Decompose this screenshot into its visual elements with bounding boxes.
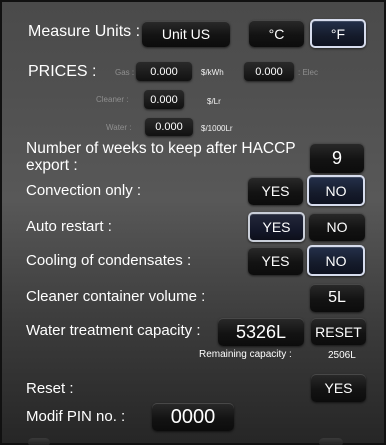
auto-restart-yes-button[interactable]: YES xyxy=(248,212,305,242)
water-treatment-label: Water treatment capacity : xyxy=(26,322,201,339)
cleaner-unit: $/Lr xyxy=(207,97,221,106)
gas-price-field[interactable]: 0.000 xyxy=(136,62,192,81)
convection-only-no-button[interactable]: NO xyxy=(307,175,365,206)
cleaner-volume-button[interactable]: 5L xyxy=(310,284,364,312)
water-treatment-reset-button[interactable]: RESET xyxy=(311,318,366,345)
fahrenheit-button[interactable]: °F xyxy=(310,19,366,48)
unit-selector-button[interactable]: Unit US xyxy=(142,21,230,47)
water-unit: $/1000Lr xyxy=(201,124,233,133)
cooling-condensates-no-button[interactable]: NO xyxy=(307,245,365,276)
elec-price-field[interactable]: 0.000 xyxy=(244,62,294,81)
auto-restart-no-button[interactable]: NO xyxy=(309,213,365,241)
haccp-weeks-label: Number of weeks to keep after HACCP expo… xyxy=(26,140,296,174)
cleaner-volume-label: Cleaner container volume : xyxy=(26,288,206,305)
gas-label: Gas : xyxy=(115,68,135,77)
gas-unit: $/kWh xyxy=(201,68,224,77)
remaining-capacity-label: Remaining capacity : xyxy=(199,349,292,360)
elec-label: : Elec xyxy=(298,68,319,77)
water-treatment-capacity-button[interactable]: 5326L xyxy=(218,318,304,346)
remaining-capacity-value: 2506L xyxy=(328,350,356,361)
reset-label: Reset : xyxy=(26,380,74,397)
bottom-left-button[interactable] xyxy=(28,438,50,445)
measure-units-label: Measure Units : xyxy=(28,23,141,40)
convection-only-label: Convection only : xyxy=(26,182,142,199)
cleaner-label: Cleaner : xyxy=(96,95,129,104)
modif-pin-value-button[interactable]: 0000 xyxy=(152,403,234,431)
modif-pin-label: Modif PIN no. : xyxy=(26,408,126,425)
water-label: Water : xyxy=(106,123,132,132)
cooling-condensates-label: Cooling of condensates : xyxy=(26,252,192,269)
haccp-weeks-value-button[interactable]: 9 xyxy=(310,143,364,173)
bottom-right-button[interactable] xyxy=(319,438,343,445)
reset-yes-button[interactable]: YES xyxy=(311,374,366,402)
cooling-condensates-yes-button[interactable]: YES xyxy=(248,247,303,275)
settings-panel: Measure Units : Unit US °C °F PRICES : G… xyxy=(0,0,386,445)
convection-only-yes-button[interactable]: YES xyxy=(248,177,303,205)
prices-label: PRICES : xyxy=(28,63,97,80)
water-price-field[interactable]: 0.000 xyxy=(145,118,193,136)
celsius-button[interactable]: °C xyxy=(249,20,304,47)
cleaner-price-field[interactable]: 0.000 xyxy=(144,90,184,109)
auto-restart-label: Auto restart : xyxy=(26,218,112,235)
